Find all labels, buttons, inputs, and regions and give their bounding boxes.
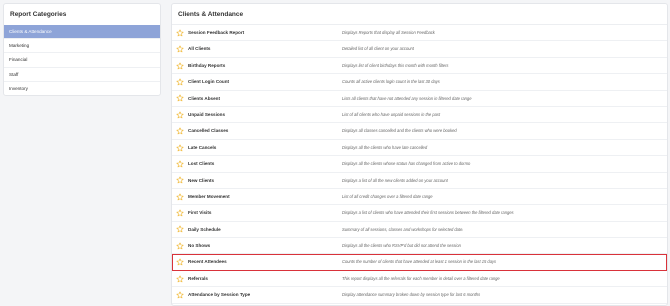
report-description: Counts all active clients login count in… xyxy=(342,79,440,85)
report-name[interactable]: All Clients xyxy=(188,41,210,57)
report-name[interactable]: Referrals xyxy=(188,271,208,287)
star-icon[interactable] xyxy=(176,209,184,217)
report-row-client-login-count[interactable]: Client Login Count Counts all active clie… xyxy=(172,74,667,91)
report-row-birthday-reports[interactable]: Birthday Reports Displays list of client … xyxy=(172,58,667,75)
report-row-all-clients[interactable]: All Clients Detailed list of all client o… xyxy=(172,41,667,58)
report-description: Detailed list of all client on your acco… xyxy=(342,46,414,52)
report-description: Lists all clients that have not attended… xyxy=(342,95,472,101)
report-row-daily-schedule[interactable]: Daily Schedule Summary of all sessions, c… xyxy=(172,222,667,239)
sidebar-item-clients-and-attendance[interactable]: Clients & Attendance xyxy=(4,25,160,40)
report-name[interactable]: Session Feedback Report xyxy=(188,25,244,41)
sidebar-item-inventory[interactable]: Inventory xyxy=(4,82,160,96)
report-name[interactable]: Attendance by Session Type xyxy=(188,287,250,303)
star-icon[interactable] xyxy=(176,160,184,168)
report-description: Displays a list of all the new clients a… xyxy=(342,177,448,183)
star-icon[interactable] xyxy=(176,193,184,201)
report-name[interactable]: Cancelled Classes xyxy=(188,123,228,139)
report-description: Displays a list of clients who have atte… xyxy=(342,210,514,216)
report-row-first-visits[interactable]: First Visits Displays a list of clients w… xyxy=(172,205,667,222)
report-categories-panel: Report Categories Clients & Attendance Ma… xyxy=(3,3,161,96)
star-icon[interactable] xyxy=(176,127,184,135)
report-description: List of all clients who have unpaid sess… xyxy=(342,111,441,117)
report-description: Summary of all sessions, classes and wor… xyxy=(342,226,464,232)
report-name[interactable]: Birthday Reports xyxy=(188,58,225,74)
report-row-clients-absent[interactable]: Clients Absent Lists all clients that hav… xyxy=(172,91,667,107)
report-row-no-shows[interactable]: No Shows Displays all the clients who RSV… xyxy=(172,238,667,255)
report-row-session-feedback-report[interactable]: Session Feedback Report Displays Reports … xyxy=(172,25,667,42)
report-description: Counts the number of clients that have a… xyxy=(342,259,497,265)
star-icon[interactable] xyxy=(176,258,184,266)
report-name[interactable]: Late Cancels xyxy=(188,140,216,156)
star-icon[interactable] xyxy=(176,291,184,299)
reports-panel: Clients & Attendance Session Feedback Re… xyxy=(171,3,668,306)
report-name[interactable]: Clients Absent xyxy=(188,91,220,107)
report-description: Displays all the clients who have late c… xyxy=(342,144,428,150)
report-name[interactable]: Member Movement xyxy=(188,189,230,205)
report-name[interactable]: First Visits xyxy=(188,205,211,221)
star-icon[interactable] xyxy=(176,29,184,37)
report-description: Displays all classes cancelled and the c… xyxy=(342,128,457,134)
report-row-new-clients[interactable]: New Clients Displays a list of all the ne… xyxy=(172,173,667,189)
report-name[interactable]: New Clients xyxy=(188,173,214,189)
report-description: Displays all the clients who RSVP'd but … xyxy=(342,243,461,249)
report-name[interactable]: Lost Clients xyxy=(188,156,214,172)
report-row-unpaid-sessions[interactable]: Unpaid Sessions List of all clients who h… xyxy=(172,107,667,124)
star-icon[interactable] xyxy=(176,111,184,119)
category-list: Clients & Attendance Marketing Financial St… xyxy=(4,25,160,96)
star-icon[interactable] xyxy=(176,176,184,184)
report-row-lost-clients[interactable]: Lost Clients Displays all the clients who… xyxy=(172,156,667,173)
reports-panel-title: Clients & Attendance xyxy=(172,4,667,25)
report-description: Display attendance summary broken down b… xyxy=(342,292,481,298)
sidebar-item-marketing[interactable]: Marketing xyxy=(4,39,160,54)
star-icon[interactable] xyxy=(176,78,184,86)
star-icon[interactable] xyxy=(176,225,184,233)
report-name[interactable]: Client Login Count xyxy=(188,74,229,90)
report-row-attendance-by-session-type[interactable]: Attendance by Session Type Display attend… xyxy=(172,287,667,304)
star-icon[interactable] xyxy=(176,94,184,102)
report-description: Displays list of client birthdays this m… xyxy=(342,62,449,68)
report-name[interactable]: No Shows xyxy=(188,238,210,254)
report-description: List of all credit changes over a filter… xyxy=(342,193,433,199)
report-name[interactable]: Daily Schedule xyxy=(188,222,221,238)
star-icon[interactable] xyxy=(176,144,184,152)
report-row-member-movement[interactable]: Member Movement List of all credit change… xyxy=(172,189,667,206)
sidebar-item-staff[interactable]: Staff xyxy=(4,68,160,82)
report-name[interactable]: Recent Attendees xyxy=(188,254,227,270)
sidebar-item-financial[interactable]: Financial xyxy=(4,53,160,68)
star-icon[interactable] xyxy=(176,62,184,70)
report-row-late-cancels[interactable]: Late Cancels Displays all the clients who… xyxy=(172,140,667,157)
report-categories-title: Report Categories xyxy=(10,11,67,18)
report-row-recent-attendees[interactable]: Recent Attendees Counts the number of cli… xyxy=(172,254,667,271)
star-icon[interactable] xyxy=(176,45,184,53)
star-icon[interactable] xyxy=(176,242,184,250)
report-name[interactable]: Unpaid Sessions xyxy=(188,107,225,123)
report-description: Displays Reports that display all Sessio… xyxy=(342,30,435,35)
report-row-cancelled-classes[interactable]: Cancelled Classes Displays all classes ca… xyxy=(172,123,667,140)
report-description: Displays all the clients whose status ha… xyxy=(342,161,471,167)
report-row-referrals[interactable]: Referrals This report displays all the re… xyxy=(172,271,667,288)
report-list: Session Feedback Report Displays Reports … xyxy=(172,25,667,304)
star-icon[interactable] xyxy=(176,275,184,283)
report-description: This report displays all the referrals f… xyxy=(342,275,500,281)
